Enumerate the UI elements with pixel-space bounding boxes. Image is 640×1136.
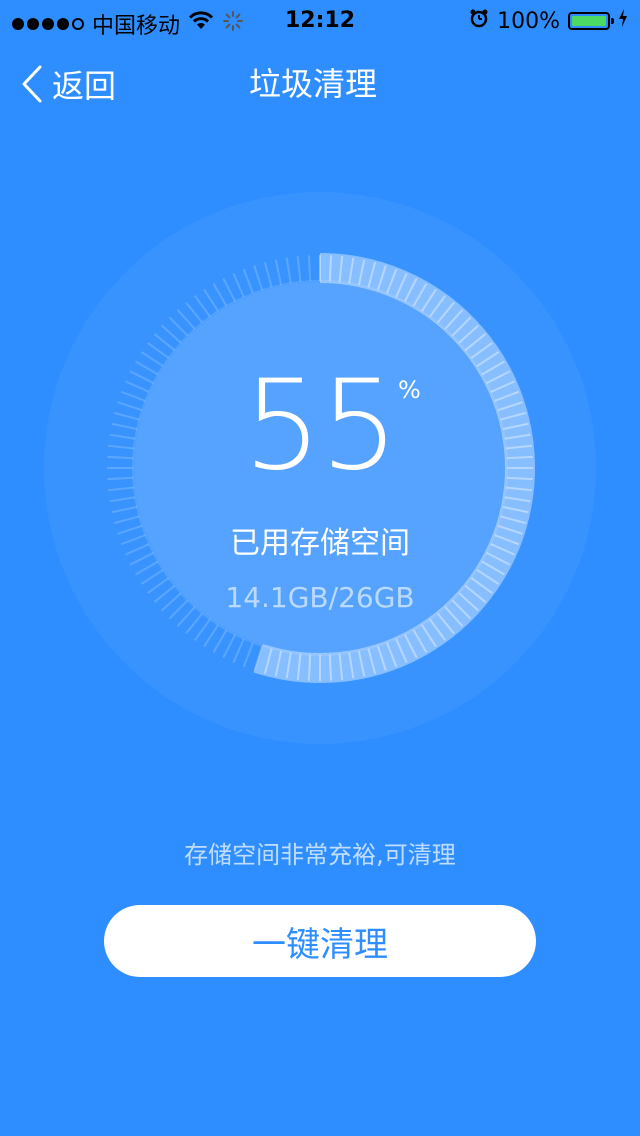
status-bar: 中国移动 12:12 100% bbox=[0, 0, 640, 40]
battery-icon bbox=[568, 12, 614, 30]
used-storage-label: 已用存储空间 bbox=[230, 526, 410, 561]
used-storage-value: 14.1GB/26GB bbox=[225, 581, 415, 614]
storage-percent: 55 % bbox=[0, 354, 640, 498]
storage-percent-value: 55 bbox=[243, 354, 399, 498]
alarm-icon bbox=[469, 8, 489, 34]
status-right: 100% bbox=[469, 8, 628, 34]
storage-hint: 存储空间非常充裕,可清理 bbox=[184, 841, 456, 869]
storage-percent-sign: % bbox=[398, 376, 421, 404]
navigation-bar: 返回 垃圾清理 bbox=[0, 48, 640, 120]
charging-bolt-icon bbox=[618, 8, 628, 34]
one-click-clean-button[interactable]: 一键清理 bbox=[104, 905, 536, 977]
page-title: 垃圾清理 bbox=[248, 65, 377, 103]
battery-percent: 100% bbox=[497, 8, 560, 34]
